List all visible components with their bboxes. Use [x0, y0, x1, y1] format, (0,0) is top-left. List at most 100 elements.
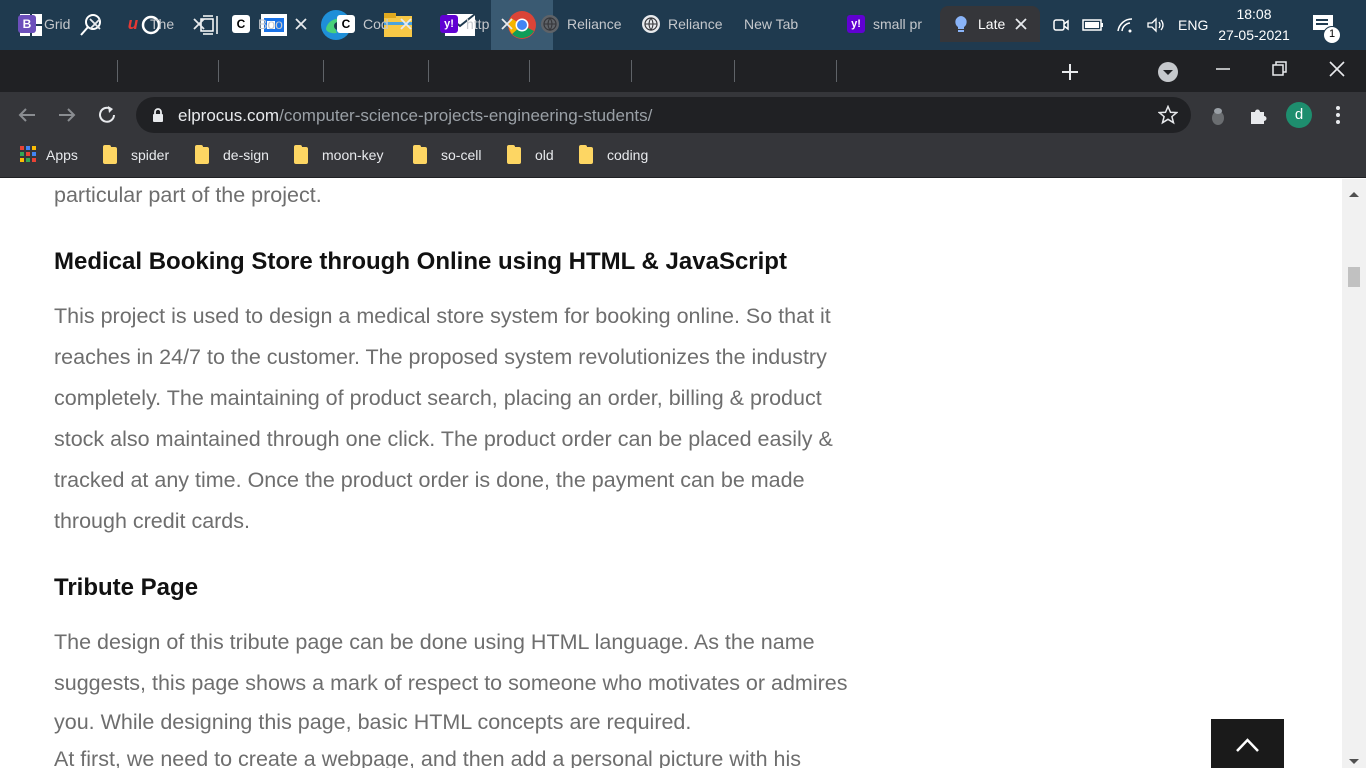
yahoo-favicon-icon: y!	[440, 15, 458, 33]
bookmark-star-icon[interactable]	[1157, 104, 1179, 125]
paragraph-line: completely. The maintaining of product s…	[54, 386, 822, 410]
tab-title: Cod	[363, 16, 389, 32]
tab-title: Reliance	[668, 16, 722, 32]
extension-blob-icon[interactable]	[1208, 103, 1228, 127]
tab-new-tab[interactable]: New Tab	[744, 6, 834, 42]
close-window-icon[interactable]	[1326, 58, 1348, 80]
chrome-menu-icon[interactable]	[1330, 104, 1346, 126]
bookmark-label: spider	[131, 147, 170, 163]
close-icon[interactable]	[397, 15, 415, 33]
globe-icon	[642, 15, 660, 33]
tab-the[interactable]: u The	[124, 6, 220, 42]
tab-title: http	[466, 16, 490, 32]
globe-icon	[541, 15, 559, 33]
page-content: particular part of the project. Medical …	[0, 179, 1342, 768]
folder-icon	[294, 144, 308, 164]
bookmark-folder-so-cell[interactable]: so-cell	[413, 138, 481, 172]
clock[interactable]: 18:08 27-05-2021	[1208, 4, 1300, 46]
tab-divider	[428, 60, 429, 82]
tab-reliance-1[interactable]: Reliance	[541, 6, 629, 42]
url-text[interactable]: elprocus.com/computer-science-projects-e…	[178, 106, 652, 126]
close-icon[interactable]	[292, 15, 310, 33]
scrollbar-thumb[interactable]	[1348, 267, 1360, 287]
apps-grid-icon	[20, 145, 36, 165]
close-icon[interactable]	[86, 15, 104, 33]
reload-icon[interactable]	[96, 104, 118, 126]
bookmark-label: moon-key	[322, 147, 384, 163]
paragraph-line: At first, we need to create a webpage, a…	[54, 747, 801, 768]
folder-icon	[195, 144, 209, 164]
bookmarks-bar: Apps spider de-sign moon-key so-cell old…	[0, 138, 1366, 178]
bookmark-folder-spider[interactable]: spider	[103, 138, 169, 172]
tab-reliance-2[interactable]: Reliance	[642, 6, 730, 42]
language-indicator[interactable]: ENG	[1178, 17, 1208, 33]
meet-now-icon[interactable]	[1052, 16, 1070, 34]
new-tab-plus-icon[interactable]	[1058, 60, 1082, 84]
extensions-puzzle-icon[interactable]	[1248, 104, 1270, 126]
tab-cod[interactable]: C Cod	[337, 6, 429, 42]
paragraph-line: reaches in 24/7 to the customer. The pro…	[54, 345, 827, 369]
bookmark-folder-de-sign[interactable]: de-sign	[195, 138, 269, 172]
bookmark-folder-coding[interactable]: coding	[579, 138, 648, 172]
close-icon[interactable]	[190, 15, 208, 33]
lock-icon[interactable]	[152, 107, 164, 123]
forward-arrow-icon[interactable]	[56, 104, 78, 126]
address-bar[interactable]: elprocus.com/computer-science-projects-e…	[136, 97, 1191, 133]
chevron-up-icon	[1236, 738, 1259, 752]
scroll-up-arrow-icon[interactable]	[1348, 185, 1360, 203]
paragraph-line: through credit cards.	[54, 509, 250, 533]
clock-time: 18:08	[1236, 6, 1272, 22]
volume-icon[interactable]	[1146, 17, 1166, 33]
paragraph-line: stock also maintained through one click.…	[54, 427, 833, 451]
clock-date: 27-05-2021	[1218, 27, 1290, 43]
tab-divider	[323, 60, 324, 82]
restore-window-icon[interactable]	[1268, 58, 1290, 80]
tab-search-dropdown-icon[interactable]	[1157, 61, 1179, 83]
battery-icon[interactable]	[1082, 19, 1104, 31]
minimize-icon[interactable]	[1212, 58, 1234, 80]
tab-small-pr[interactable]: y! small pr	[847, 6, 937, 42]
bookmark-label: so-cell	[441, 147, 482, 163]
wifi-icon[interactable]	[1116, 17, 1134, 33]
c-favicon-icon: C	[337, 15, 355, 33]
folder-icon	[103, 144, 117, 164]
close-icon[interactable]	[1012, 15, 1030, 33]
scroll-down-arrow-icon[interactable]	[1348, 753, 1360, 771]
folder-icon	[413, 144, 427, 164]
back-to-top-button[interactable]	[1211, 719, 1284, 768]
tab-title: The	[150, 16, 175, 32]
notification-badge: 1	[1323, 26, 1341, 44]
lightbulb-icon	[952, 15, 970, 33]
bookmark-apps[interactable]: Apps	[20, 138, 78, 172]
section-paragraph-tribute-page: The design of this tribute page can be d…	[54, 622, 904, 768]
folder-icon	[507, 144, 521, 164]
c-favicon-icon: C	[232, 15, 250, 33]
back-arrow-icon[interactable]	[16, 104, 38, 126]
tab-grid[interactable]: B Grid	[18, 6, 118, 42]
bookmark-label: old	[535, 147, 554, 163]
close-icon[interactable]	[498, 15, 516, 33]
notification-center-icon[interactable]: 1	[1310, 12, 1341, 44]
tab-divider	[631, 60, 632, 82]
tab-title: New Tab	[744, 16, 799, 32]
tab-divider	[734, 60, 735, 82]
tab-divider	[218, 60, 219, 82]
tab-divider	[836, 60, 837, 82]
paragraph-line: suggests, this page shows a mark of resp…	[54, 671, 848, 695]
section-heading-medical-booking: Medical Booking Store through Online usi…	[54, 248, 787, 275]
tab-title: small pr	[873, 16, 923, 32]
vertical-scrollbar[interactable]	[1342, 179, 1366, 768]
tab-title: Grid	[44, 16, 71, 32]
paragraph-line: you. While designing this page, basic HT…	[54, 710, 692, 734]
bookmark-folder-old[interactable]: old	[507, 138, 554, 172]
lead-paragraph: particular part of the project.	[54, 183, 322, 207]
bookmark-folder-moon-key[interactable]: moon-key	[294, 138, 383, 172]
profile-avatar[interactable]: d	[1286, 102, 1312, 128]
paragraph-line: The design of this tribute page can be d…	[54, 630, 815, 654]
tab-http[interactable]: y! http	[440, 6, 530, 42]
tab-active-late[interactable]: Late	[940, 6, 1040, 42]
url-path: /computer-science-projects-engineering-s…	[279, 106, 653, 125]
url-domain: elprocus.com	[178, 106, 280, 125]
paragraph-line: This project is used to design a medical…	[54, 304, 831, 328]
tab-boo[interactable]: C Boo	[232, 6, 324, 42]
